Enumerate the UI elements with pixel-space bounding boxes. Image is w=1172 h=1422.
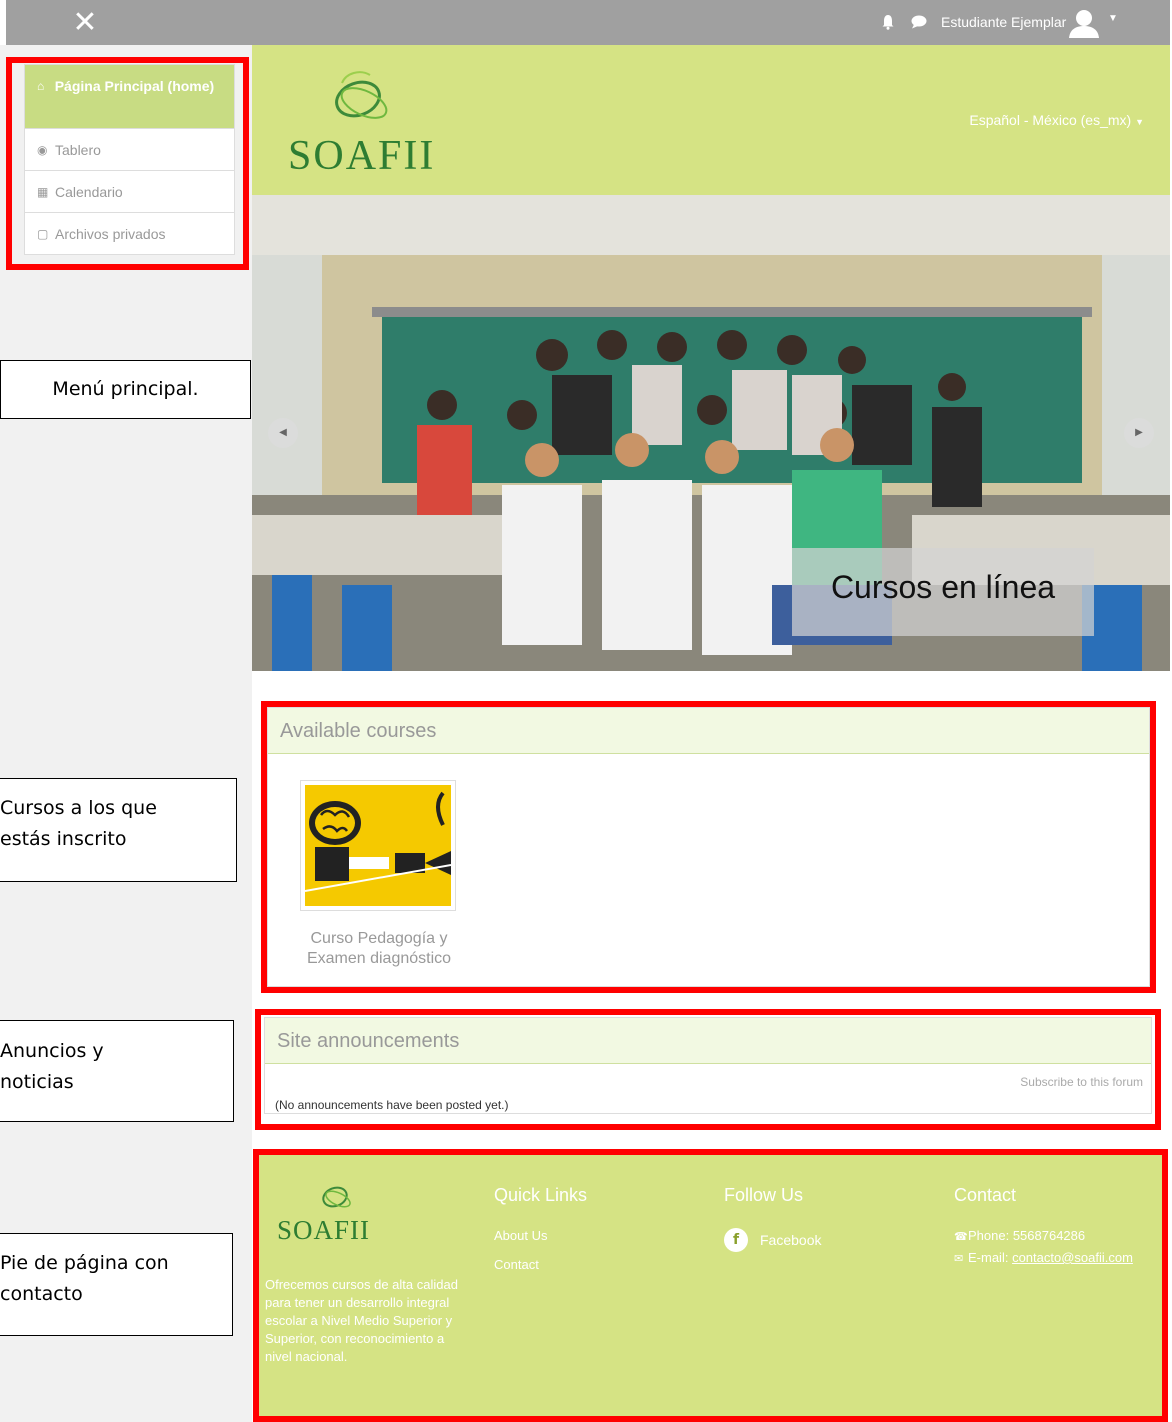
site-header: SOAFII Español - México (es_mx) ▼: [252, 45, 1170, 195]
callout-line: Anuncios y: [0, 1040, 104, 1062]
top-navbar: ✕ Estudiante Ejemplar ▼: [6, 0, 1170, 45]
callout-footer: Pie de página con contacto: [0, 1233, 233, 1336]
caret-down-icon: ▼: [1135, 117, 1144, 127]
slider-next-button[interactable]: ▶: [1124, 418, 1154, 448]
slider-prev-button[interactable]: ◀: [268, 418, 298, 448]
slider-caption: Cursos en línea: [792, 548, 1094, 636]
callout-line: estás inscrito: [0, 828, 127, 850]
logo-text: SOAFII: [288, 133, 435, 179]
callout-line: Cursos a los que: [0, 797, 157, 819]
callout-line: noticias: [0, 1071, 74, 1093]
caret-down-icon[interactable]: ▼: [1108, 13, 1118, 24]
callout-courses: Cursos a los que estás inscrito: [0, 778, 237, 882]
menu-highlight-frame: [6, 57, 249, 270]
callout-line: Pie de página con: [0, 1252, 169, 1274]
announcements-highlight-frame: [255, 1009, 1161, 1130]
footer-highlight-frame: [253, 1149, 1168, 1422]
language-label: Español - México (es_mx): [969, 112, 1132, 128]
language-selector[interactable]: Español - México (es_mx) ▼: [969, 112, 1144, 128]
callout-menu: Menú principal.: [0, 360, 251, 419]
bell-icon[interactable]: [882, 14, 894, 30]
close-icon[interactable]: ✕: [68, 6, 102, 40]
site-logo[interactable]: SOAFII: [286, 63, 466, 179]
image-slider[interactable]: ◀ ▶ Cursos en línea: [252, 195, 1170, 671]
chat-icon[interactable]: [911, 15, 927, 29]
courses-highlight-frame: [261, 701, 1156, 993]
callout-announcements: Anuncios y noticias: [0, 1020, 234, 1122]
avatar-icon[interactable]: [1068, 8, 1100, 40]
callout-line: contacto: [0, 1283, 83, 1305]
username-label[interactable]: Estudiante Ejemplar: [941, 14, 1066, 30]
